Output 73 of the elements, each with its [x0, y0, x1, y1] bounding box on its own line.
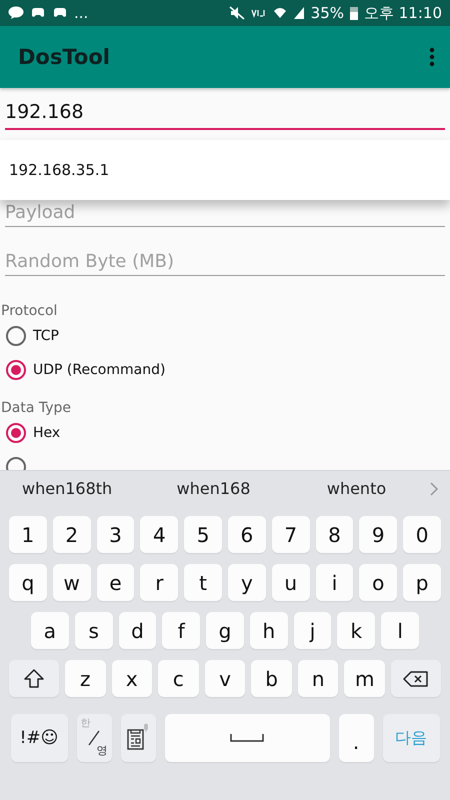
group-label: Protocol — [0, 303, 58, 319]
prediction[interactable]: when168 — [142, 479, 285, 498]
keyboard-key[interactable]: p — [403, 564, 441, 601]
keyboard-key[interactable]: a — [30, 612, 69, 649]
keyboard-key[interactable]: 0 — [403, 516, 441, 553]
keyboard-key[interactable]: v — [204, 660, 246, 697]
random-byte-field[interactable]: Random Byte (MB) — [5, 247, 445, 276]
keyboard-key[interactable]: u — [272, 564, 310, 601]
keyboard-key[interactable]: e — [96, 564, 134, 601]
suggestion-item[interactable]: 192.168.35.1 — [0, 161, 450, 179]
keyboard-key[interactable]: 7 — [272, 516, 310, 553]
prediction[interactable]: when168th — [22, 479, 142, 498]
keyboard-key[interactable]: 5 — [184, 516, 222, 553]
keyboard-key[interactable]: f — [162, 612, 200, 649]
backspace-icon — [403, 670, 430, 688]
game-controller-icon — [52, 7, 68, 19]
keyboard-key[interactable]: . — [338, 714, 374, 762]
volte-icon — [250, 8, 267, 18]
keyboard-key[interactable]: r — [140, 564, 178, 601]
slash-icon — [87, 729, 101, 747]
clipboard-key[interactable] — [120, 714, 156, 762]
clock: 오후 11:10 — [364, 4, 442, 22]
keyboard-key[interactable]: h — [250, 612, 288, 649]
radio-option[interactable]: Hex — [0, 416, 66, 450]
wifi-icon — [272, 6, 287, 20]
keyboard-key[interactable]: y — [228, 564, 266, 601]
mute-icon — [228, 6, 245, 20]
keyboard-key[interactable]: n — [298, 660, 338, 697]
radio-option[interactable]: TCP — [0, 319, 65, 353]
battery-icon — [350, 6, 358, 20]
keyboard-key[interactable]: 1 — [9, 516, 47, 553]
keyboard-key[interactable]: s — [74, 612, 113, 649]
space-icon — [230, 733, 264, 743]
keyboard-key[interactable]: g — [206, 612, 244, 649]
keyboard-key[interactable]: b — [251, 660, 292, 697]
keyboard-key[interactable]: o — [359, 564, 398, 601]
keyboard-key[interactable]: 6 — [228, 516, 266, 553]
keyboard-key[interactable]: w — [52, 564, 91, 601]
app-title: DosTool — [18, 45, 111, 69]
symbols-key[interactable]: !#☺ — [10, 714, 68, 762]
keyboard-key[interactable]: d — [118, 612, 156, 649]
keyboard-key[interactable]: t — [184, 564, 222, 601]
battery-percent: 35% — [310, 4, 344, 22]
radio-button[interactable] — [6, 423, 26, 443]
keyboard-key[interactable]: j — [294, 612, 332, 649]
shift-icon — [22, 668, 45, 690]
keyboard-key[interactable]: 4 — [140, 516, 178, 553]
keyboard-key[interactable]: l — [381, 612, 420, 649]
radio-option[interactable]: UDP (Recommand) — [0, 353, 172, 387]
keyboard-key[interactable]: q — [9, 564, 47, 601]
backspace-key[interactable] — [391, 660, 442, 697]
signal-icon — [292, 6, 305, 20]
prediction[interactable]: whento — [285, 479, 428, 498]
keyboard-key[interactable]: i — [316, 564, 354, 601]
keyboard-key[interactable]: 9 — [359, 516, 398, 553]
keyboard-key[interactable]: m — [344, 660, 386, 697]
keyboard-key[interactable]: 3 — [96, 516, 134, 553]
keyboard-key[interactable]: 2 — [52, 516, 91, 553]
radio-button[interactable] — [6, 326, 26, 346]
keyboard-key[interactable]: c — [158, 660, 199, 697]
payload-field[interactable]: Payload — [5, 198, 445, 227]
keyboard-key[interactable]: z — [64, 660, 106, 697]
host-field[interactable]: 192.168 — [5, 96, 445, 130]
keyboard-key[interactable]: k — [337, 612, 376, 649]
keyboard-key[interactable]: x — [112, 660, 152, 697]
radio-button[interactable] — [6, 360, 26, 380]
chat-bubble-icon — [8, 6, 24, 20]
game-controller-icon — [30, 7, 46, 19]
group-label: Data Type — [0, 400, 72, 416]
keyboard-key[interactable]: 8 — [316, 516, 354, 553]
shift-key[interactable] — [8, 660, 59, 697]
language-key[interactable]: 한 영 — [76, 714, 112, 762]
more-notifications: ... — [74, 4, 88, 22]
